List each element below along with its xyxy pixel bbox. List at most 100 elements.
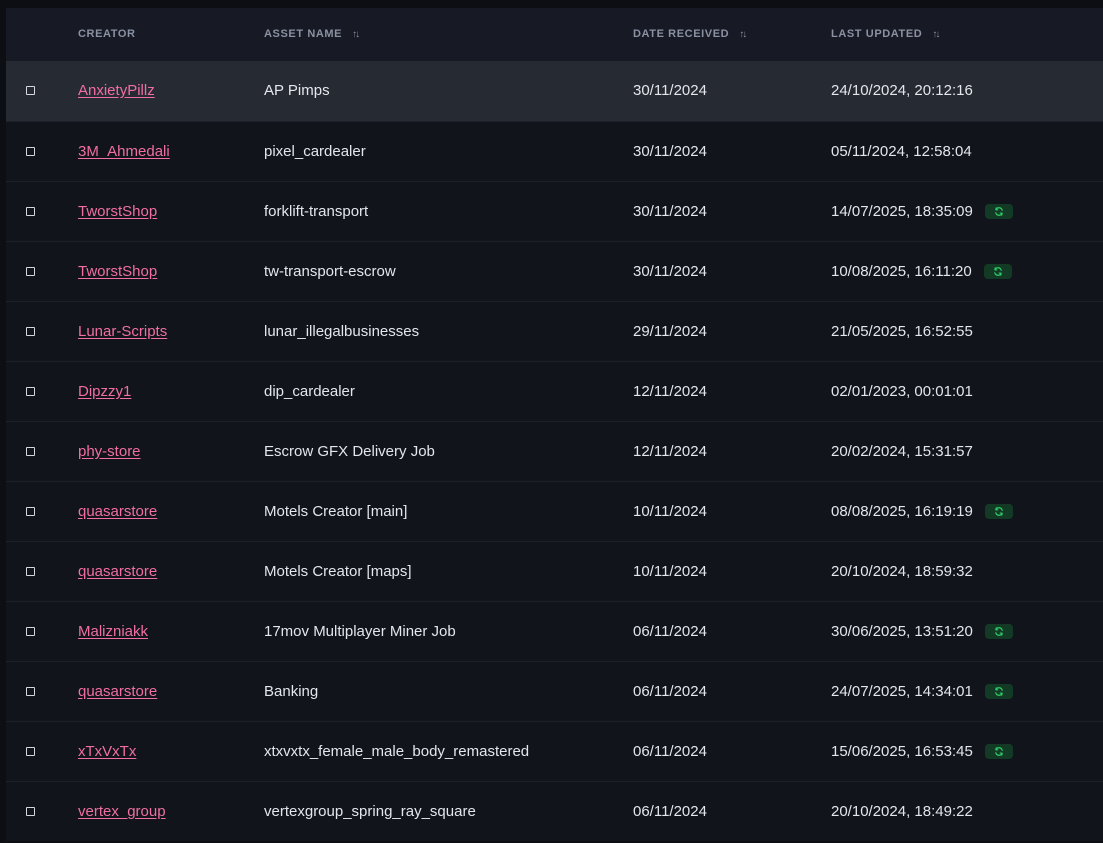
creator-link[interactable]: AnxietyPillz: [78, 82, 155, 99]
date-received-cell: 30/11/2024: [633, 143, 707, 160]
row-checkbox[interactable]: [26, 207, 35, 216]
last-updated-value: 02/01/2023, 00:01:01: [831, 383, 973, 400]
last-updated-cell: 20/10/2024, 18:49:22: [831, 782, 973, 841]
creator-cell: Lunar-Scripts: [78, 302, 167, 361]
last-updated-cell: 14/07/2025, 18:35:09: [831, 182, 1013, 241]
creator-link[interactable]: xTxVxTx: [78, 743, 136, 760]
column-header-label: Asset Name: [264, 28, 343, 40]
table-row[interactable]: TworstShop tw-transport-escrow 30/11/2024 1…: [6, 241, 1103, 301]
table-row[interactable]: 3M_Ahmedali pixel_cardealer 30/11/2024 05/1…: [6, 121, 1103, 181]
assets-table: Creator Asset Name ↑↓ Date Received ↑↓ Las…: [6, 8, 1103, 841]
creator-cell: Dipzzy1: [78, 362, 131, 421]
creator-link[interactable]: Malizniakk: [78, 623, 148, 640]
date-received-cell: 12/11/2024: [633, 443, 707, 460]
creator-link[interactable]: Lunar-Scripts: [78, 323, 167, 340]
date-received-cell: 06/11/2024: [633, 623, 707, 640]
last-updated-value: 21/05/2025, 16:52:55: [831, 323, 973, 340]
creator-link[interactable]: quasarstore: [78, 683, 157, 700]
date-received-cell: 30/11/2024: [633, 263, 707, 280]
update-badge[interactable]: [984, 623, 1013, 639]
row-checkbox[interactable]: [26, 627, 35, 636]
column-header-last-updated[interactable]: Last Updated ↑↓: [831, 8, 940, 61]
creator-link[interactable]: quasarstore: [78, 563, 157, 580]
creator-link[interactable]: quasarstore: [78, 503, 157, 520]
column-header-asset-name[interactable]: Asset Name ↑↓: [264, 8, 360, 61]
table-row[interactable]: Lunar-Scripts lunar_illegalbusinesses 29/1…: [6, 301, 1103, 361]
asset-name-cell: xtxvxtx_female_male_body_remastered: [264, 743, 530, 760]
sort-arrows-icon[interactable]: ↑↓: [739, 8, 747, 61]
row-checkbox[interactable]: [26, 687, 35, 696]
row-checkbox[interactable]: [26, 86, 35, 95]
last-updated-value: 05/11/2024, 12:58:04: [831, 143, 972, 160]
table-row[interactable]: AnxietyPillz AP Pimps 30/11/2024 24/10/2024…: [6, 61, 1103, 121]
asset-name-cell: tw-transport-escrow: [264, 263, 396, 280]
last-updated-cell: 08/08/2025, 16:19:19: [831, 482, 1013, 541]
date-received-cell: 06/11/2024: [633, 743, 707, 760]
table-row[interactable]: xTxVxTx xtxvxtx_female_male_body_remaster…: [6, 721, 1103, 781]
column-header-date-received[interactable]: Date Received ↑↓: [633, 8, 747, 61]
row-checkbox[interactable]: [26, 807, 35, 816]
last-updated-cell: 24/07/2025, 14:34:01: [831, 662, 1013, 721]
last-updated-value: 20/10/2024, 18:49:22: [831, 803, 973, 820]
date-received-cell: 06/11/2024: [633, 803, 707, 820]
update-badge[interactable]: [984, 203, 1013, 219]
row-checkbox[interactable]: [26, 387, 35, 396]
table-row[interactable]: phy-store Escrow GFX Delivery Job 12/11/20…: [6, 421, 1103, 481]
table-row[interactable]: vertex_group vertexgroup_spring_ray_squar…: [6, 781, 1103, 841]
creator-link[interactable]: phy-store: [78, 443, 141, 460]
update-badge[interactable]: [984, 683, 1013, 699]
row-checkbox[interactable]: [26, 507, 35, 516]
creator-link[interactable]: TworstShop: [78, 203, 157, 220]
creator-cell: vertex_group: [78, 782, 166, 841]
asset-name-cell: 17mov Multiplayer Miner Job: [264, 623, 456, 640]
asset-name-cell: Banking: [264, 683, 319, 700]
row-checkbox[interactable]: [26, 327, 35, 336]
last-updated-cell: 20/02/2024, 15:31:57: [831, 422, 973, 481]
sort-arrows-icon[interactable]: ↑↓: [352, 8, 360, 61]
last-updated-cell: 21/05/2025, 16:52:55: [831, 302, 973, 361]
row-checkbox[interactable]: [26, 747, 35, 756]
date-received-cell: 10/11/2024: [633, 503, 707, 520]
creator-link[interactable]: Dipzzy1: [78, 383, 131, 400]
row-checkbox[interactable]: [26, 147, 35, 156]
table-row[interactable]: quasarstore Banking 06/11/2024 24/07/2025, …: [6, 661, 1103, 721]
creator-cell: quasarstore: [78, 482, 157, 541]
column-header-label: Creator: [78, 28, 136, 40]
table-row[interactable]: quasarstore Motels Creator [maps] 10/11/20…: [6, 541, 1103, 601]
creator-cell: TworstShop: [78, 242, 157, 301]
creator-link[interactable]: 3M_Ahmedali: [78, 143, 170, 160]
asset-name-cell: pixel_cardealer: [264, 143, 366, 160]
table-row[interactable]: TworstShop forklift-transport 30/11/2024 14…: [6, 181, 1103, 241]
asset-name-cell: AP Pimps: [264, 82, 330, 99]
table-row[interactable]: quasarstore Motels Creator [main] 10/11/20…: [6, 481, 1103, 541]
creator-cell: xTxVxTx: [78, 722, 136, 781]
last-updated-value: 15/06/2025, 16:53:45: [831, 743, 973, 760]
creator-cell: TworstShop: [78, 182, 157, 241]
last-updated-cell: 02/01/2023, 00:01:01: [831, 362, 973, 421]
asset-name-cell: vertexgroup_spring_ray_square: [264, 803, 476, 820]
creator-cell: AnxietyPillz: [78, 61, 155, 120]
last-updated-cell: 24/10/2024, 20:12:16: [831, 61, 973, 120]
date-received-cell: 30/11/2024: [633, 82, 707, 99]
last-updated-cell: 05/11/2024, 12:58:04: [831, 122, 972, 181]
date-received-cell: 30/11/2024: [633, 203, 707, 220]
last-updated-cell: 30/06/2025, 13:51:20: [831, 602, 1013, 661]
asset-name-cell: Motels Creator [main]: [264, 503, 408, 520]
row-checkbox[interactable]: [26, 267, 35, 276]
update-badge[interactable]: [984, 503, 1013, 519]
creator-link[interactable]: vertex_group: [78, 803, 166, 820]
sort-arrows-icon[interactable]: ↑↓: [932, 8, 940, 61]
update-badge[interactable]: [984, 743, 1013, 759]
date-received-cell: 10/11/2024: [633, 563, 707, 580]
column-header-creator[interactable]: Creator: [78, 8, 136, 61]
table-row[interactable]: Malizniakk 17mov Multiplayer Miner Job 06/…: [6, 601, 1103, 661]
creator-link[interactable]: TworstShop: [78, 263, 157, 280]
column-header-label: Last Updated: [831, 28, 923, 40]
last-updated-value: 24/07/2025, 14:34:01: [831, 683, 973, 700]
table-row[interactable]: Dipzzy1 dip_cardealer 12/11/2024 02/01/2023…: [6, 361, 1103, 421]
update-badge[interactable]: [983, 263, 1012, 279]
asset-name-cell: lunar_illegalbusinesses: [264, 323, 420, 340]
row-checkbox[interactable]: [26, 567, 35, 576]
last-updated-value: 14/07/2025, 18:35:09: [831, 203, 973, 220]
row-checkbox[interactable]: [26, 447, 35, 456]
